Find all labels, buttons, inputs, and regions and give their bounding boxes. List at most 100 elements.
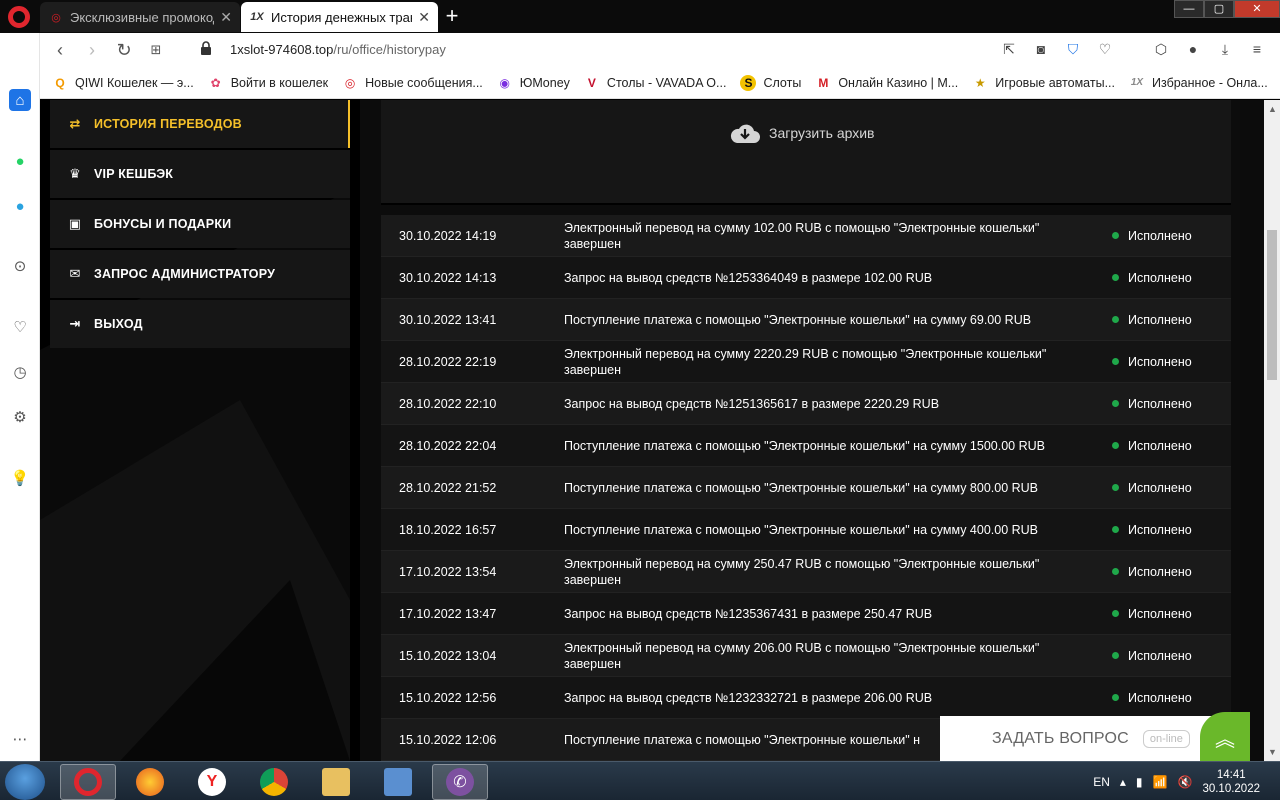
bookmark-label: Избранное - Онла... (1152, 75, 1268, 90)
heart-icon[interactable]: ♡ (9, 316, 31, 338)
speed-dial-icon[interactable]: ⊞ (140, 35, 172, 65)
bookmark-qiwi[interactable]: Q QIWI Кошелек — э... (52, 75, 193, 91)
bookmark-yoomoney[interactable]: ◉ ЮMoney (497, 75, 570, 91)
forward-button[interactable]: › (76, 35, 108, 65)
signal-icon[interactable]: 📶 (1153, 775, 1168, 789)
opera-menu-icon[interactable] (8, 6, 30, 28)
menu-item-admin-request[interactable]: ✉ ЗАПРОС АДМИНИСТРАТОРУ (50, 250, 350, 298)
tab-promocodes[interactable]: ◎ Эксклюзивные промокоды ✕ (40, 2, 240, 32)
taskbar-explorer[interactable] (308, 764, 364, 800)
download-icon[interactable]: ⤓ (1216, 40, 1234, 58)
taskbar-opera[interactable] (60, 764, 116, 800)
tab-history[interactable]: 1X История денежных транзакций ✕ (241, 2, 438, 32)
taskbar-chrome[interactable] (246, 764, 302, 800)
more-icon[interactable]: ⋯ (9, 728, 31, 750)
bookmark-favorites[interactable]: 1X Избранное - Онла... (1129, 75, 1268, 91)
bookmark-vavada[interactable]: V Столы - VAVADA O... (584, 75, 727, 91)
row-description: Электронный перевод на сумму 206.00 RUB … (564, 640, 1040, 671)
row-status: Исполнено (1128, 480, 1192, 495)
taskbar-yandex[interactable]: Y (184, 764, 240, 800)
status-badge: Исполнено (1094, 481, 1231, 495)
bookmark-automaty[interactable]: ★ Игровые автоматы... (972, 75, 1115, 91)
bookmark-casino[interactable]: M Онлайн Казино | M... (815, 75, 958, 91)
scroll-down-icon[interactable]: ▼ (1268, 747, 1277, 757)
menu-item-bonuses[interactable]: ▣ БОНУСЫ И ПОДАРКИ (50, 200, 350, 248)
volume-icon[interactable]: 🔇 (1177, 775, 1192, 789)
scroll-up-icon[interactable]: ▲ (1268, 104, 1277, 114)
row-status: Исполнено (1128, 312, 1192, 327)
close-icon[interactable]: ✕ (418, 9, 430, 26)
clock[interactable]: 14:41 30.10.2022 (1202, 768, 1260, 796)
table-row: 30.10.2022 14:13 Запрос на вывод средств… (381, 257, 1231, 299)
new-tab-button[interactable]: + (442, 4, 462, 28)
status-badge: Исполнено (1094, 271, 1231, 285)
table-row: 18.10.2022 16:57 Поступление платежа с п… (381, 509, 1231, 551)
history-icon[interactable]: ◷ (9, 361, 31, 383)
heart-icon[interactable]: ♡ (1096, 40, 1114, 58)
minimize-button[interactable]: — (1174, 0, 1204, 18)
language-indicator[interactable]: EN (1093, 775, 1110, 789)
url-field[interactable]: 1xslot-974608.top/ru/office/historypay (230, 42, 446, 57)
taskbar-viber[interactable]: ✆ (432, 764, 488, 800)
tray-expand-icon[interactable]: ▴ (1120, 775, 1126, 789)
maximize-button[interactable]: ▢ (1204, 0, 1234, 18)
gear-icon[interactable]: ⚙ (9, 406, 31, 428)
bookmark-label: Онлайн Казино | M... (838, 75, 959, 90)
close-icon[interactable]: ✕ (220, 9, 232, 26)
bookmark-wallet[interactable]: ✿ Войти в кошелек (208, 75, 328, 91)
row-date: 15.10.2022 13:04 (399, 648, 497, 663)
1x-icon: 1X (250, 11, 264, 23)
home-icon[interactable]: ⌂ (9, 89, 31, 111)
cube-icon[interactable]: ⬡ (1152, 40, 1170, 58)
status-dot (1112, 526, 1119, 533)
row-description: Запрос на вывод средств №1235367431 в ра… (564, 606, 933, 621)
chrome-icon (260, 768, 288, 796)
whatsapp-icon[interactable]: ● (9, 150, 31, 172)
menu-item-label: VIP КЕШБЭК (94, 167, 174, 181)
start-button[interactable] (5, 764, 45, 800)
row-description: Электронный перевод на сумму 2220.29 RUB… (564, 346, 1047, 377)
ask-question-widget[interactable]: ЗАДАТЬ ВОПРОС on-line ︽ (940, 712, 1250, 761)
share-icon[interactable]: ⇱ (1000, 40, 1018, 58)
player-icon[interactable]: ⊙ (9, 255, 31, 277)
row-description: Запрос на вывод средств №1253364049 в ра… (564, 270, 933, 285)
taskbar-firefox[interactable] (122, 764, 178, 800)
bookmark-slots[interactable]: S Слоты (740, 74, 801, 91)
reload-button[interactable]: ↻ (108, 35, 140, 65)
page-scrollbar[interactable]: ▲ ▼ (1264, 100, 1280, 761)
bookmark-label: Новые сообщения... (365, 75, 483, 90)
back-button[interactable]: ‹ (44, 35, 76, 65)
scrollbar-thumb[interactable] (1267, 230, 1277, 380)
bookmark-label: Игровые автоматы... (995, 75, 1115, 90)
window-close-button[interactable]: ✕ (1234, 0, 1280, 18)
chevron-up-icon[interactable]: ︽ (1200, 712, 1250, 761)
clock-date: 30.10.2022 (1202, 783, 1260, 795)
status-badge: Исполнено (1094, 397, 1231, 411)
lightbulb-icon[interactable]: 💡 (9, 467, 31, 489)
camera-icon[interactable]: ◙ (1032, 40, 1050, 58)
row-date: 28.10.2022 21:52 (399, 480, 497, 495)
telegram-icon[interactable]: ● (9, 195, 31, 217)
table-row: 28.10.2022 21:52 Поступление платежа с п… (381, 467, 1231, 509)
network-icon[interactable]: ▮ (1136, 775, 1143, 789)
taskbar-keyboard-app[interactable] (370, 764, 426, 800)
menu-item-transfer-history[interactable]: ⇄ ИСТОРИЯ ПЕРЕВОДОВ (50, 100, 350, 148)
table-row: 15.10.2022 12:56 Запрос на вывод средств… (381, 677, 1231, 719)
menu-item-vip-cashback[interactable]: ♛ VIP КЕШБЭК (50, 150, 350, 198)
download-archive-button[interactable]: Загрузить архив (729, 122, 875, 144)
menu-item-label: ИСТОРИЯ ПЕРЕВОДОВ (94, 117, 242, 131)
row-date: 17.10.2022 13:54 (399, 564, 497, 579)
bookmark-messages[interactable]: ◎ Новые сообщения... (342, 75, 483, 91)
vavada-icon: V (587, 75, 596, 90)
menu-item-label: ВЫХОД (94, 317, 143, 331)
menu-icon[interactable]: ≡ (1248, 40, 1266, 58)
row-description: Поступление платежа с помощью "Электронн… (564, 438, 1045, 453)
status-badge: Исполнено (1094, 355, 1231, 369)
shield-icon[interactable]: ⛉ (1064, 40, 1082, 58)
status-badge: Исполнено (1094, 523, 1231, 537)
avatar[interactable]: ● (1184, 40, 1202, 58)
lock-icon[interactable] (200, 41, 212, 55)
menu-item-logout[interactable]: ⇥ ВЫХОД (50, 300, 350, 348)
slots-icon: S (740, 74, 757, 91)
envelope-icon: ✉ (69, 266, 81, 281)
